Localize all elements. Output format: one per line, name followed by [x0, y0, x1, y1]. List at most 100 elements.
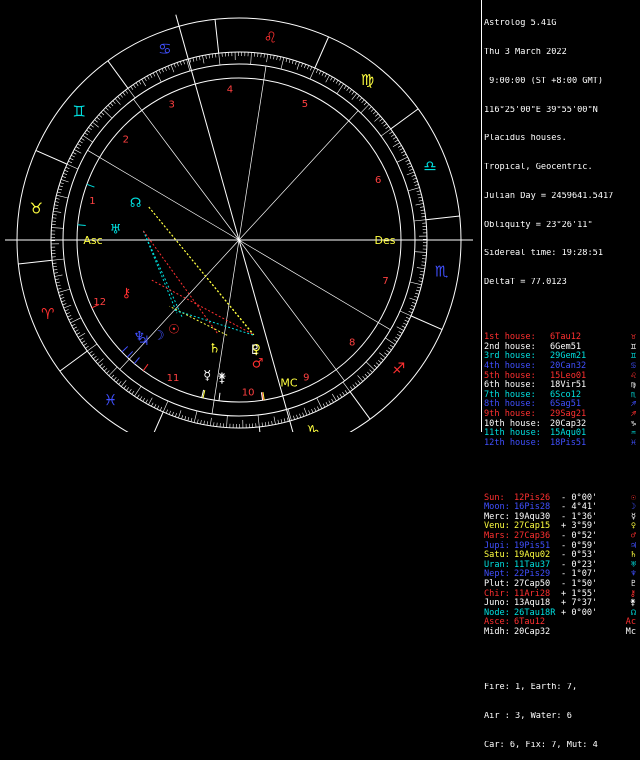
degree-tick: [199, 56, 200, 60]
planet-tick: [134, 358, 139, 364]
house-number: 1: [89, 196, 95, 207]
degree-tick: [103, 110, 112, 118]
degree-tick: [85, 133, 88, 135]
degree-tick: [344, 86, 346, 89]
house-number: 5: [302, 99, 308, 110]
planet-icon: ☊: [631, 609, 636, 619]
degree-tick: [61, 179, 69, 182]
degree-tick: [153, 73, 155, 77]
degree-tick: [357, 96, 360, 99]
degree-tick: [58, 189, 62, 190]
degree-tick: [125, 90, 127, 93]
degree-tick: [53, 266, 57, 267]
house-label: 4th house:: [484, 361, 536, 371]
degree-tick: [126, 387, 128, 390]
degree-tick: [188, 417, 189, 421]
degree-tick: [55, 279, 59, 280]
house-cusp-line: [176, 15, 239, 240]
degree-tick: [379, 353, 385, 358]
degree-tick: [347, 88, 349, 91]
planet-position: 27Cap36: [514, 532, 550, 542]
degree-tick: [99, 115, 102, 118]
degree-tick: [182, 415, 183, 419]
aspect-line: [143, 231, 177, 313]
degree-tick: [411, 305, 415, 306]
degree-tick: [190, 59, 191, 63]
element-summary-2: Air : 3, Water: 6: [484, 712, 640, 722]
degree-tick: [270, 55, 271, 59]
sign-icon: ♓: [631, 439, 636, 449]
planet-icon: ♄: [631, 551, 636, 561]
house-label: 3rd house:: [484, 351, 536, 361]
planet-latitude: - 4°41': [561, 503, 597, 513]
degree-tick: [129, 389, 131, 392]
zodiac-sign-icon: ♍: [361, 71, 374, 89]
degree-tick: [60, 297, 64, 298]
degree-tick: [292, 60, 293, 64]
degree-tick: [128, 88, 135, 98]
degree-tick: [376, 363, 379, 366]
degree-tick: [53, 211, 61, 212]
degree-tick: [147, 76, 149, 79]
degree-tick: [414, 181, 418, 182]
degree-tick: [101, 112, 104, 115]
planet-tick: [219, 393, 220, 401]
house-number: 11: [167, 373, 180, 384]
degree-tick: [399, 331, 402, 333]
degree-tick: [414, 220, 426, 221]
degree-tick: [415, 293, 419, 294]
degree-tick: [116, 379, 119, 382]
sign-boundary: [411, 316, 442, 330]
degree-tick: [131, 86, 133, 89]
degree-tick: [150, 74, 152, 78]
degree-tick: [409, 311, 413, 313]
degree-tick: [180, 61, 181, 65]
degree-tick: [358, 381, 361, 384]
degree-tick: [162, 69, 164, 73]
degree-tick: [59, 186, 63, 187]
planet-name: Juno:: [484, 598, 510, 608]
planet-position: 13Aqu18: [514, 599, 550, 609]
degree-tick: [365, 374, 368, 377]
degree-tick: [384, 124, 387, 126]
degree-tick: [265, 422, 266, 426]
obliquity: Obliquity = 23°26'11": [484, 221, 640, 231]
degree-tick: [407, 163, 411, 165]
degree-tick: [293, 416, 294, 420]
degree-tick: [146, 400, 148, 403]
degree-tick: [419, 278, 423, 279]
degree-tick: [97, 117, 100, 120]
sign-boundary: [315, 37, 329, 68]
degree-tick: [137, 395, 139, 398]
degree-tick: [115, 99, 120, 105]
degree-tick: [219, 53, 220, 65]
planet-name: Chir:: [484, 589, 510, 599]
degree-tick: [123, 92, 125, 95]
planet-name: Mars:: [484, 531, 510, 541]
degree-tick: [371, 109, 374, 112]
zodiac-sign-icon: ♉: [30, 200, 43, 218]
degree-tick: [378, 360, 381, 363]
degree-tick: [109, 367, 117, 376]
planet-marker: ♇: [249, 343, 261, 358]
degree-tick: [364, 102, 367, 105]
degree-tick: [81, 138, 84, 140]
house-value: 15Aqu01: [550, 429, 586, 439]
degree-tick: [361, 104, 369, 113]
planet-position: 19Pis51: [514, 542, 550, 552]
zodiac-sign-icon: ♏: [435, 262, 449, 280]
degree-tick: [63, 304, 67, 305]
planet-marker: ☿: [203, 368, 211, 383]
degree-tick: [59, 294, 63, 295]
planet-position: 27Cap15: [514, 522, 550, 532]
degree-tick: [157, 406, 159, 410]
degree-tick: [78, 333, 85, 337]
house-label: 5th house:: [484, 371, 536, 381]
degree-tick: [74, 149, 81, 153]
planet-marker: ⚵: [217, 371, 227, 386]
degree-tick: [412, 302, 416, 303]
sign-boundary: [36, 150, 67, 164]
degree-tick: [70, 158, 74, 160]
house-cusp-line: [239, 111, 358, 240]
degree-tick: [407, 172, 414, 175]
